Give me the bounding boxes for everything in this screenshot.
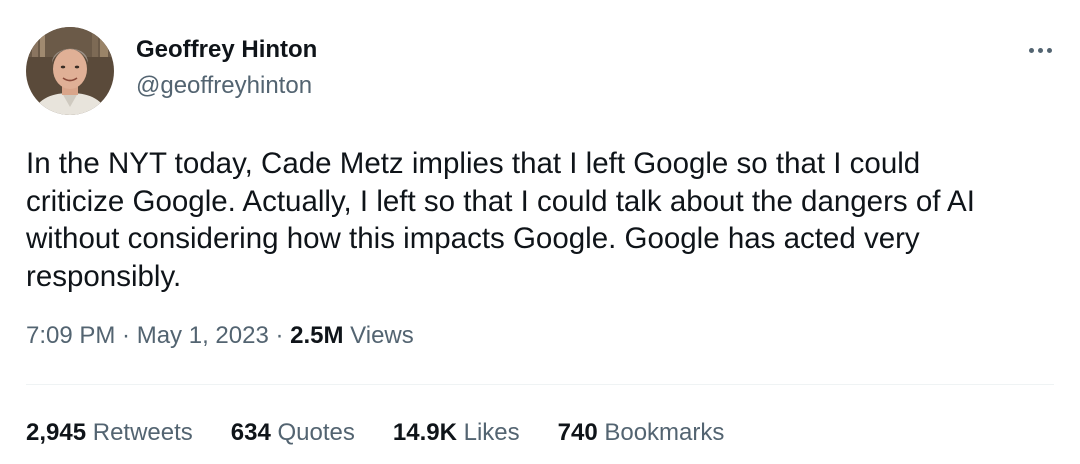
retweets-stat[interactable]: 2,945 Retweets	[26, 419, 193, 447]
likes-count: 14.9K	[392, 419, 457, 446]
views-count[interactable]: 2.5M	[290, 322, 343, 349]
tweet-text-line: In the NYT today, Cade Metz implies that…	[26, 147, 921, 180]
more-horizontal-icon-dot	[1037, 47, 1043, 53]
retweets-label: Retweets	[86, 419, 193, 446]
more-horizontal-icon-dot	[1046, 47, 1052, 53]
bookmarks-count: 740	[557, 419, 598, 446]
quotes-stat[interactable]: 634 Quotes	[231, 419, 355, 447]
meta-separator: ·	[268, 322, 291, 349]
bookmarks-label: Bookmarks	[597, 419, 725, 446]
more-options-button[interactable]	[1022, 36, 1058, 64]
tweet-text-line: criticize Google. Actually, I left so th…	[26, 184, 975, 218]
likes-label: Likes	[456, 419, 520, 446]
avatar[interactable]	[26, 27, 114, 115]
tweet-card: Geoffrey Hinton @geoffreyhinton In the N…	[0, 0, 1080, 464]
quotes-count: 634	[230, 419, 271, 446]
tweet-text-line: without considering how this impacts Goo…	[26, 222, 920, 255]
meta-separator: ·	[115, 322, 137, 349]
tweet-meta: 7:09 PM · May 1, 2023 · 2.5M Views	[26, 322, 414, 350]
engagement-stats: 2,945 Retweets 634 Quotes 14.9K Likes 74…	[26, 419, 762, 447]
likes-stat[interactable]: 14.9K Likes	[393, 419, 520, 447]
author-handle[interactable]: @geoffreyhinton	[136, 72, 312, 100]
tweet-time[interactable]: 7:09 PM	[26, 322, 115, 349]
tweet-date[interactable]: May 1, 2023	[137, 322, 269, 349]
views-label[interactable]: Views	[344, 322, 414, 349]
quotes-label: Quotes	[270, 419, 355, 446]
tweet-text: In the NYT today, Cade Metz implies that…	[26, 145, 1056, 295]
tweet-text-line: responsibly.	[26, 259, 182, 293]
divider	[26, 384, 1054, 385]
more-horizontal-icon	[1028, 47, 1034, 53]
person-photo-icon	[26, 27, 114, 115]
author-display-name[interactable]: Geoffrey Hinton	[136, 36, 317, 64]
retweets-count: 2,945	[26, 419, 87, 446]
bookmarks-stat[interactable]: 740 Bookmarks	[558, 419, 725, 447]
